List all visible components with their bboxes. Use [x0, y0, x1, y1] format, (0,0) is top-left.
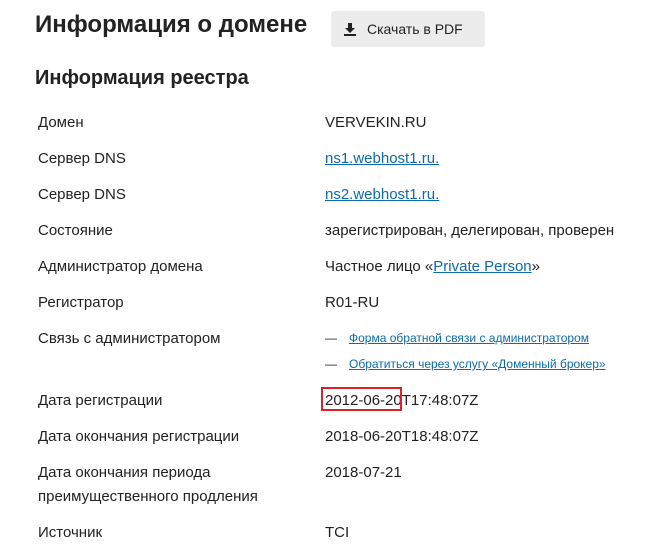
download-pdf-button[interactable]: Скачать в PDF: [331, 11, 485, 47]
row-label: Дата окончания регистрации: [38, 428, 240, 445]
row-label: Сервер DNS: [38, 150, 126, 167]
admin-prefix: Частное лицо «: [325, 258, 434, 275]
label-line: преимущественного продления: [38, 488, 258, 505]
row-label: Дата окончания периода преимущественного…: [38, 454, 325, 514]
admin-suffix: »: [531, 258, 540, 275]
dns-server-link-1[interactable]: ns1.webhost1.ru.: [325, 150, 439, 167]
expiry-date-value: 2018-06-20T18:48:07Z: [325, 428, 479, 445]
row-label: Связь с администратором: [38, 330, 221, 347]
row-dns-1: Сервер DNS ns1.webhost1.ru.: [38, 140, 638, 176]
dash: —: [325, 357, 337, 371]
row-label: Состояние: [38, 222, 113, 239]
row-renewal-period: Дата окончания периода преимущественного…: [38, 454, 638, 514]
private-person-link[interactable]: Private Person: [433, 258, 531, 275]
row-registrar: Регистратор R01-RU: [38, 284, 638, 320]
download-icon: [343, 22, 357, 36]
row-label: Дата регистрации: [38, 392, 163, 409]
page-title: Информация о домене: [35, 11, 308, 38]
row-status: Состояние зарегистрирован, делегирован, …: [38, 212, 638, 248]
row-label: Администратор домена: [38, 258, 203, 275]
row-label: Сервер DNS: [38, 186, 126, 203]
row-label: Домен: [38, 114, 84, 131]
domain-value: VERVEKIN.RU: [325, 114, 427, 131]
highlighted-date: 2012-06-20: [321, 387, 402, 413]
highlight-box: [321, 387, 402, 411]
dash: —: [325, 331, 337, 345]
row-label: Регистратор: [38, 294, 124, 311]
dns-value: ns2.webhost1.ru.: [325, 176, 638, 212]
feedback-form-link[interactable]: Форма обратной связи с администратором: [349, 329, 589, 347]
time-part: T17:48:07Z: [401, 392, 479, 409]
label-line: Дата окончания периода: [38, 464, 211, 481]
contact-link-line: — Форма обратной связи с администратором: [325, 325, 638, 351]
row-expiry-date: Дата окончания регистрации 2018-06-20T18…: [38, 418, 638, 454]
renewal-value: 2018-07-21: [325, 464, 402, 481]
dns-value: ns1.webhost1.ru.: [325, 140, 638, 176]
row-domain: Домен VERVEKIN.RU: [38, 104, 638, 140]
contact-link-line: — Обратиться через услугу «Доменный брок…: [325, 351, 638, 377]
dns-server-link-2[interactable]: ns2.webhost1.ru.: [325, 186, 439, 203]
status-value: зарегистрирован, делегирован, проверен: [325, 222, 615, 239]
registrar-value: R01-RU: [325, 294, 380, 311]
domain-broker-link[interactable]: Обратиться через услугу «Доменный брокер…: [349, 355, 606, 373]
row-registration-date: Дата регистрации 2012-06-20T17:48:07Z: [38, 382, 638, 418]
row-admin: Администратор домена Частное лицо «Priva…: [38, 248, 638, 284]
admin-value: Частное лицо «Private Person»: [325, 248, 638, 284]
section-title: Информация реестра: [35, 67, 249, 89]
contact-links: — Форма обратной связи с администратором…: [325, 320, 638, 382]
registration-date-value: 2012-06-20T17:48:07Z: [321, 382, 638, 418]
row-dns-2: Сервер DNS ns2.webhost1.ru.: [38, 176, 638, 212]
download-pdf-label: Скачать в PDF: [367, 21, 463, 37]
registry-info-table: Домен VERVEKIN.RU Сервер DNS ns1.webhost…: [38, 104, 638, 550]
row-contact-admin: Связь с администратором — Форма обратной…: [38, 320, 638, 382]
